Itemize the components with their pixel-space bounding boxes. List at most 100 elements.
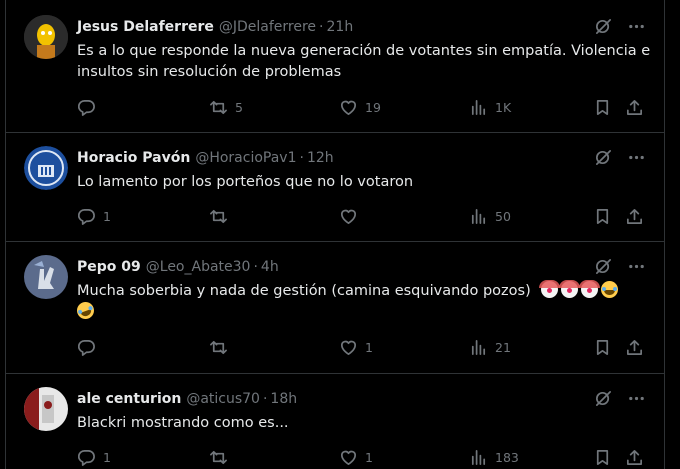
post[interactable]: ale centurion @aticus70 · 18h Blackri mo…: [6, 374, 664, 469]
bookmark-button[interactable]: [593, 207, 612, 226]
post-time[interactable]: 18h: [270, 391, 297, 407]
like-button[interactable]: 19: [339, 98, 381, 117]
post-text: Mucha soberbia y nada de gestión (camina…: [74, 280, 652, 323]
views-icon: [471, 99, 486, 116]
post-time[interactable]: 21h: [327, 19, 354, 35]
repost-button[interactable]: [209, 338, 235, 357]
clown-emoji: [579, 280, 601, 298]
post-time[interactable]: 4h: [261, 259, 279, 275]
post[interactable]: Jesus Delaferrere @JDelaferrere · 21h Es…: [6, 0, 664, 133]
clown-emoji: [539, 280, 561, 298]
post-text-content: Mucha soberbia y nada de gestión (camina…: [77, 283, 531, 299]
share-icon: [626, 339, 643, 356]
post-text: Blackri mostrando como es...: [77, 415, 289, 431]
post-top-icons: [594, 148, 646, 167]
post-text: Es a lo que responde la nueva generación…: [77, 43, 651, 80]
share-button[interactable]: [625, 338, 644, 357]
views-count: 21: [495, 340, 511, 355]
like-button[interactable]: [339, 207, 365, 226]
grok-icon[interactable]: [594, 257, 613, 276]
separator: ·: [299, 150, 304, 166]
author-name[interactable]: ale centurion: [77, 391, 181, 407]
like-count: 19: [365, 100, 381, 115]
grok-icon[interactable]: [594, 389, 613, 408]
reply-button[interactable]: 1: [77, 207, 111, 226]
post-text: Lo lamento por los porteños que no lo vo…: [77, 174, 414, 190]
post-header: Jesus Delaferrere @JDelaferrere · 21h: [77, 17, 353, 37]
bookmark-icon: [596, 99, 609, 116]
separator: ·: [319, 19, 324, 35]
author-handle[interactable]: @HoracioPav1: [195, 150, 296, 166]
avatar[interactable]: [24, 387, 68, 431]
bookmark-button[interactable]: [593, 338, 612, 357]
bookmark-button[interactable]: [593, 448, 612, 467]
like-button[interactable]: 1: [339, 338, 373, 357]
share-button[interactable]: [625, 207, 644, 226]
more-icon[interactable]: [627, 389, 646, 408]
views-button[interactable]: 1K: [469, 98, 511, 117]
like-icon: [340, 450, 357, 466]
avatar[interactable]: [24, 146, 68, 190]
avatar[interactable]: [24, 255, 68, 299]
reply-icon: [77, 339, 95, 356]
author-handle[interactable]: @JDelaferrere: [219, 19, 316, 35]
reply-button[interactable]: 1: [77, 448, 111, 467]
author-handle[interactable]: @aticus70: [186, 391, 260, 407]
repost-button[interactable]: [209, 448, 235, 467]
views-icon: [471, 208, 486, 225]
author-name[interactable]: Horacio Pavón: [77, 150, 190, 166]
like-icon: [340, 100, 357, 116]
share-icon: [626, 208, 643, 225]
avatar[interactable]: [24, 15, 68, 59]
post-header: Horacio Pavón @HoracioPav1 · 12h: [77, 148, 334, 168]
reply-button[interactable]: [77, 338, 103, 357]
views-icon: [471, 339, 486, 356]
author-name[interactable]: Jesus Delaferrere: [77, 19, 214, 35]
bookmark-button[interactable]: [593, 98, 612, 117]
like-icon: [340, 340, 357, 356]
views-button[interactable]: 21: [469, 338, 511, 357]
post-header: Pepo 09 @Leo_Abate30 · 4h: [77, 257, 279, 277]
separator: ·: [262, 391, 268, 407]
post-top-icons: [594, 17, 646, 36]
reply-icon: [77, 449, 95, 466]
repost-button[interactable]: [209, 207, 235, 226]
share-button[interactable]: [625, 98, 644, 117]
share-icon: [626, 449, 643, 466]
repost-count: 5: [235, 100, 243, 115]
bookmark-icon: [596, 339, 609, 356]
views-count: 50: [495, 209, 511, 224]
laughing-emoji: [74, 299, 97, 322]
more-icon[interactable]: [627, 148, 646, 167]
grok-icon[interactable]: [594, 17, 613, 36]
views-count: 183: [495, 450, 519, 465]
post[interactable]: Pepo 09 @Leo_Abate30 · 4h Mucha soberbia…: [6, 242, 664, 374]
views-button[interactable]: 50: [469, 207, 511, 226]
author-handle[interactable]: @Leo_Abate30: [146, 259, 251, 275]
post-actions: 5 19 1K: [77, 98, 652, 120]
reply-button[interactable]: [77, 98, 103, 117]
share-icon: [626, 99, 643, 116]
author-name[interactable]: Pepo 09: [77, 259, 141, 275]
repost-icon: [210, 340, 227, 355]
post-header: ale centurion @aticus70 · 18h: [77, 389, 297, 409]
views-icon: [471, 449, 486, 466]
post[interactable]: Horacio Pavón @HoracioPav1 · 12h Lo lame…: [6, 133, 664, 242]
separator: ·: [253, 259, 258, 275]
views-button[interactable]: 183: [469, 448, 519, 467]
timeline-feed: Jesus Delaferrere @JDelaferrere · 21h Es…: [5, 0, 665, 469]
bookmark-icon: [596, 449, 609, 466]
more-icon[interactable]: [627, 257, 646, 276]
like-count: 1: [365, 450, 373, 465]
post-top-icons: [594, 389, 646, 408]
reply-count: 1: [103, 450, 111, 465]
grok-icon[interactable]: [594, 148, 613, 167]
post-top-icons: [594, 257, 646, 276]
repost-button[interactable]: 5: [209, 98, 243, 117]
like-button[interactable]: 1: [339, 448, 373, 467]
reply-count: 1: [103, 209, 111, 224]
post-actions: 1 50: [77, 207, 652, 229]
more-icon[interactable]: [627, 17, 646, 36]
share-button[interactable]: [625, 448, 644, 467]
post-time[interactable]: 12h: [307, 150, 334, 166]
